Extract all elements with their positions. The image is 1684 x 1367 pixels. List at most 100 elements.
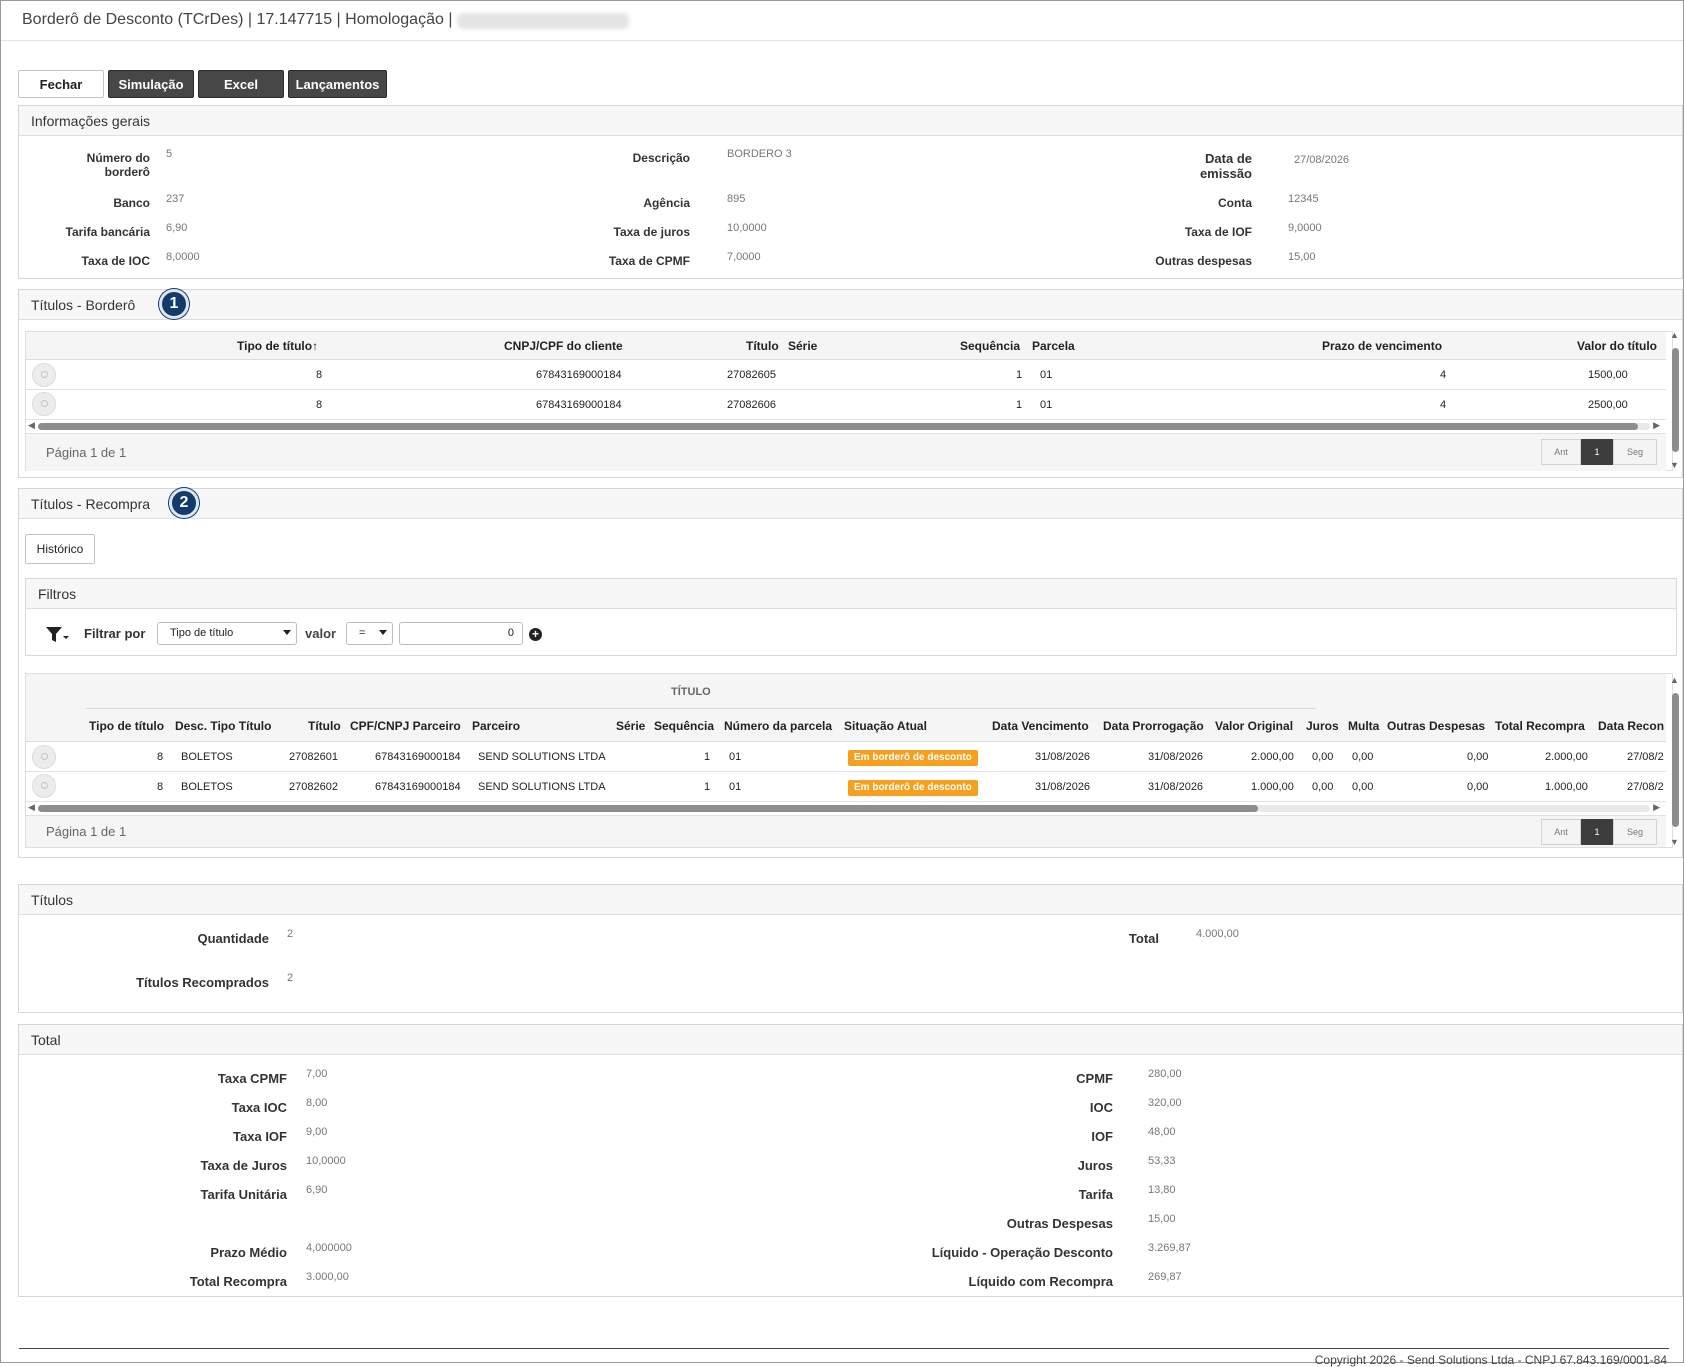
scroll-right-icon[interactable]: ▶: [1653, 420, 1660, 431]
titulos-summary-panel: Títulos Quantidade 2 Total 4.000,00 Títu…: [18, 884, 1683, 1013]
simulacao-button[interactable]: Simulação: [108, 70, 194, 98]
taxa-juros-label: Taxa de Juros: [200, 1158, 287, 1173]
col-tipo-titulo[interactable]: Tipo de título↑: [237, 339, 318, 353]
horizontal-scrollbar[interactable]: ◀ ▶: [26, 420, 1662, 432]
status-badge: Em borderô de desconto: [848, 780, 978, 796]
pager-current[interactable]: 1: [1581, 439, 1613, 465]
col-cpf-parceiro[interactable]: CPF/CNPJ Parceiro: [350, 719, 461, 733]
cell-desc: BOLETOS: [181, 781, 233, 793]
cpmf-value: 280,00: [1148, 1068, 1182, 1080]
scroll-down-icon[interactable]: ▼: [1670, 837, 1679, 847]
col-serie[interactable]: Série: [788, 339, 817, 353]
operator-select[interactable]: =: [346, 622, 393, 645]
taxa-ioc-value: 8,00: [306, 1097, 328, 1109]
lancamentos-button[interactable]: Lançamentos: [288, 70, 387, 98]
col-multa[interactable]: Multa: [1348, 719, 1379, 733]
pager-next[interactable]: Seg: [1613, 819, 1657, 845]
juros-label: Juros: [1077, 1158, 1113, 1173]
scroll-thumb[interactable]: [1672, 693, 1679, 827]
scroll-left-icon[interactable]: ◀: [28, 420, 35, 431]
scroll-down-icon[interactable]: ▼: [1670, 460, 1679, 470]
cell-outras: 0,00: [1467, 781, 1489, 793]
cell-valor: 2500,00: [1588, 399, 1628, 411]
taxa-cpmf-value: 7,00: [306, 1068, 328, 1080]
cell-parcela: 01: [1040, 399, 1053, 411]
pager-prev[interactable]: Ant: [1541, 819, 1581, 845]
quantidade-value: 2: [287, 928, 294, 940]
tarifa-value: 13,80: [1148, 1184, 1176, 1196]
cell-juros: 0,00: [1312, 781, 1334, 793]
liquido-recompra-label: Líquido com Recompra: [968, 1274, 1113, 1289]
historico-button[interactable]: Histórico: [25, 534, 95, 564]
col-sequencia[interactable]: Sequência: [654, 719, 714, 733]
juros-value: 10,0000: [727, 222, 767, 234]
taxa-cpmf-label: Taxa CPMF: [217, 1071, 287, 1086]
scroll-thumb[interactable]: [38, 805, 1258, 812]
liquido-operacao-label: Líquido - Operação Desconto: [931, 1245, 1113, 1260]
cell-parceiro: SEND SOLUTIONS LTDA: [478, 781, 606, 793]
pager-prev[interactable]: Ant: [1541, 439, 1581, 465]
col-prazo[interactable]: Prazo de vencimento: [1322, 339, 1442, 353]
view-row-icon[interactable]: [32, 363, 56, 387]
ioc-label: Taxa de IOC: [81, 254, 150, 268]
col-total-recompra[interactable]: Total Recompra: [1495, 719, 1585, 733]
cell-seq: 1: [704, 781, 711, 793]
horizontal-scrollbar[interactable]: ◀ ▶: [26, 802, 1662, 814]
col-data-recon[interactable]: Data Recon: [1598, 719, 1664, 733]
col-serie[interactable]: Série: [616, 719, 645, 733]
col-cnpj[interactable]: CNPJ/CPF do cliente: [504, 339, 623, 353]
cell-seq: 1: [1016, 369, 1023, 381]
numero-label: Número do borderô: [86, 151, 150, 179]
col-situacao[interactable]: Situação Atual: [844, 719, 927, 733]
cell-desc: BOLETOS: [181, 751, 233, 763]
col-titulo[interactable]: Título: [308, 719, 341, 733]
add-filter-icon[interactable]: +: [529, 628, 542, 641]
quantidade-label: Quantidade: [197, 931, 269, 946]
scroll-up-icon[interactable]: ▲: [1670, 330, 1679, 340]
cell-prazo: 4: [1440, 399, 1447, 411]
banco-value: 237: [166, 193, 185, 205]
col-desc-tipo[interactable]: Desc. Tipo Título: [175, 719, 271, 733]
scroll-thumb[interactable]: [1672, 348, 1679, 452]
info-panel: Informações gerais Número do borderô 5 D…: [18, 105, 1683, 279]
cell-cpf: 67843169000184: [375, 751, 461, 763]
filtros-header: Filtros: [26, 579, 1676, 609]
filter-field-select[interactable]: Tipo de título: [157, 622, 297, 645]
col-data-prorrogacao[interactable]: Data Prorrogação: [1103, 719, 1204, 733]
col-outras-despesas[interactable]: Outras Despesas: [1387, 719, 1485, 733]
col-parcela[interactable]: Parcela: [1032, 339, 1075, 353]
col-data-vencimento[interactable]: Data Vencimento: [992, 719, 1089, 733]
col-tipo-titulo[interactable]: Tipo de título: [89, 719, 164, 733]
excel-button[interactable]: Excel: [198, 70, 284, 98]
vertical-scrollbar[interactable]: ▲ ▼: [1669, 675, 1681, 847]
info-panel-header: Informações gerais: [19, 106, 1682, 136]
window-titlebar: Borderô de Desconto (TCrDes) | 17.147715…: [1, 1, 1683, 41]
scroll-thumb[interactable]: [38, 423, 1638, 430]
col-titulo[interactable]: Título: [746, 339, 779, 353]
fechar-button[interactable]: Fechar: [18, 70, 104, 98]
view-row-icon[interactable]: [32, 745, 56, 769]
scroll-right-icon[interactable]: ▶: [1653, 802, 1660, 813]
col-valor-original[interactable]: Valor Original: [1215, 719, 1293, 733]
pager-current[interactable]: 1: [1581, 819, 1613, 845]
view-row-icon[interactable]: [32, 774, 56, 798]
vertical-scrollbar[interactable]: ▲ ▼: [1669, 330, 1681, 470]
col-numero-parcela[interactable]: Número da parcela: [724, 719, 832, 733]
col-juros[interactable]: Juros: [1306, 719, 1339, 733]
filter-value-input[interactable]: 0: [399, 622, 523, 645]
col-valor[interactable]: Valor do título: [1577, 339, 1657, 353]
pager-next[interactable]: Seg: [1613, 439, 1657, 465]
scroll-up-icon[interactable]: ▲: [1670, 675, 1679, 685]
cell-vencimento: 31/08/2026: [1035, 781, 1091, 793]
total-panel: Total Taxa CPMF 7,00 Taxa IOC 8,00 Taxa …: [18, 1024, 1683, 1297]
filter-icon[interactable]: [45, 626, 69, 644]
view-row-icon[interactable]: [32, 392, 56, 416]
cell-prazo: 4: [1440, 369, 1447, 381]
bordero-header-label: Títulos - Borderô: [31, 297, 136, 313]
recompra-header-label: Títulos - Recompra: [31, 496, 151, 512]
col-sequencia[interactable]: Sequência: [960, 339, 1020, 353]
col-parceiro[interactable]: Parceiro: [472, 719, 520, 733]
cell-tipo: 8: [157, 751, 164, 763]
scroll-left-icon[interactable]: ◀: [28, 802, 35, 813]
total-label: Total: [1128, 931, 1159, 946]
